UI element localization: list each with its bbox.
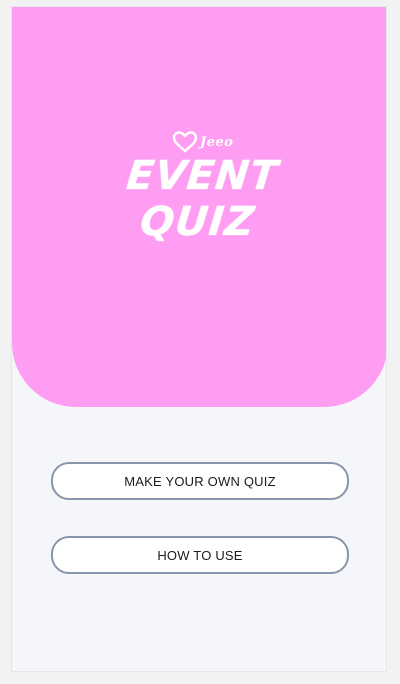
brand-name: Jeeo <box>200 135 234 150</box>
heart-icon <box>172 131 198 153</box>
how-to-use-button[interactable]: HOW TO USE <box>51 536 349 574</box>
hero-banner: Jeeo EVENT QUIZ <box>12 7 386 407</box>
app-title: EVENT QUIZ <box>124 153 281 245</box>
make-your-own-quiz-button[interactable]: MAKE YOUR OWN QUIZ <box>51 462 349 500</box>
app-screen: Jeeo EVENT QUIZ MAKE YOUR OWN QUIZ HOW T… <box>11 6 387 672</box>
event-quiz-logo: Jeeo EVENT QUIZ <box>72 127 328 245</box>
